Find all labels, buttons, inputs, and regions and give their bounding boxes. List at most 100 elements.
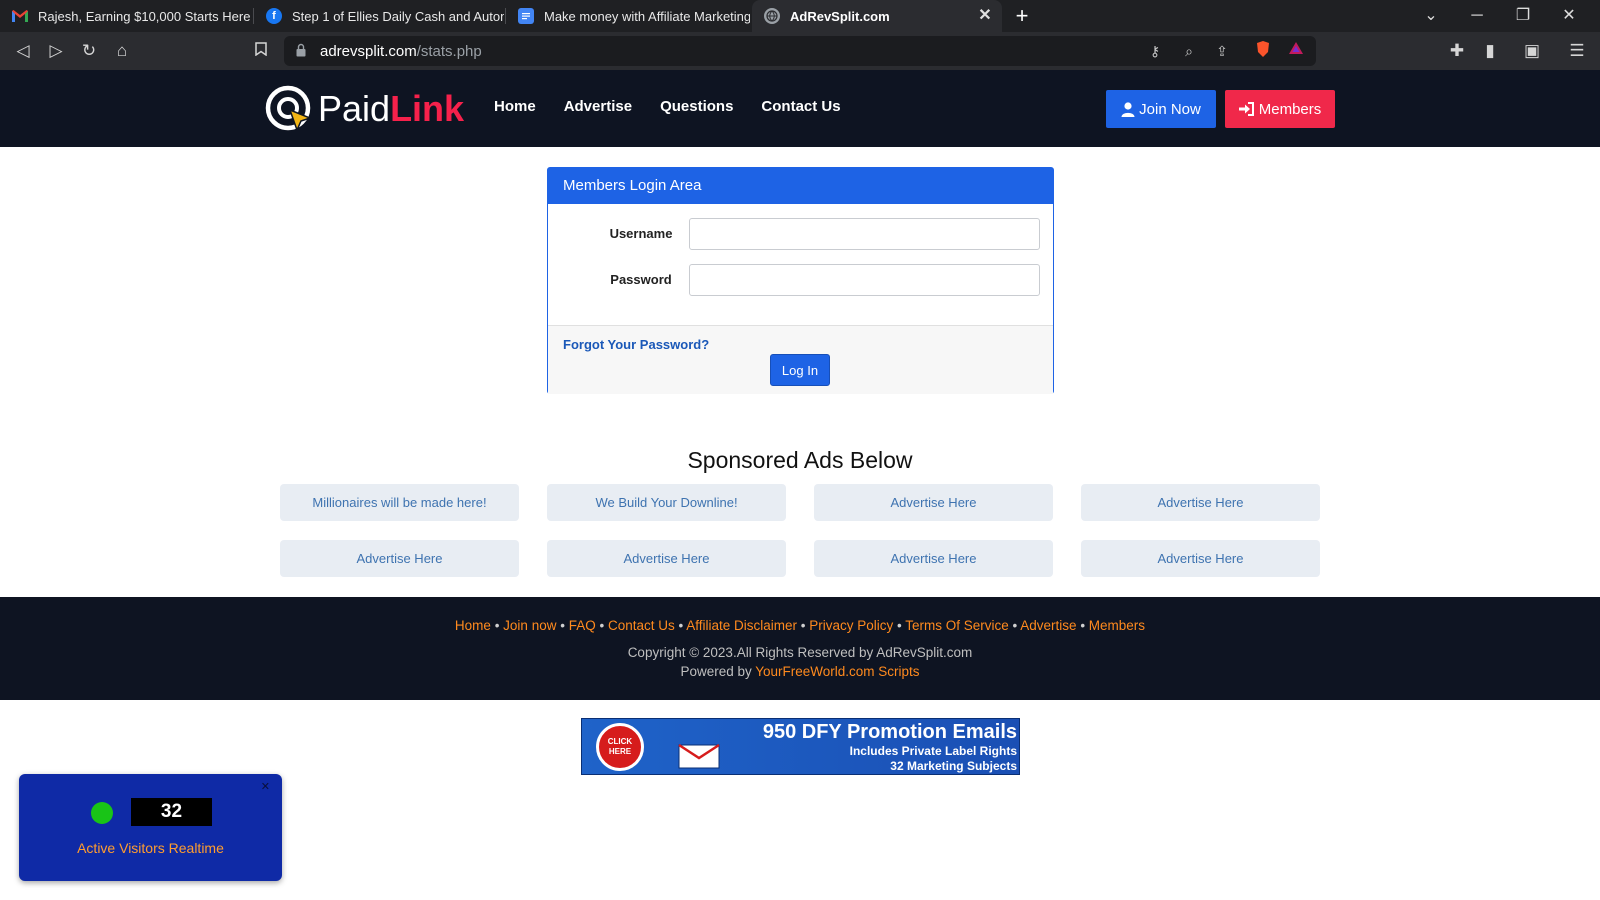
zoom-icon[interactable]: ⌕: [1178, 40, 1200, 62]
globe-icon: [764, 8, 780, 24]
tab-search-icon[interactable]: ⌄: [1408, 0, 1454, 32]
footer-links: Home • Join now • FAQ • Contact Us • Aff…: [454, 618, 1146, 633]
footer-link-affiliate-disclaimer[interactable]: Affiliate Disclaimer: [686, 618, 797, 633]
browser-tab-gmail[interactable]: Rajesh, Earning $10,000 Starts Here - s: [0, 0, 252, 32]
sponsored-ad[interactable]: Advertise Here: [1081, 484, 1320, 521]
members-button[interactable]: Members: [1225, 90, 1335, 128]
sign-in-icon: [1238, 102, 1254, 116]
main-nav: Home Advertise Questions Contact Us: [494, 98, 841, 115]
reload-icon[interactable]: ↻: [77, 39, 101, 63]
footer-link-contact-us[interactable]: Contact Us: [608, 618, 675, 633]
powered-by-link[interactable]: YourFreeWorld.com Scripts: [755, 664, 919, 679]
powered-by: Powered by YourFreeWorld.com Scripts: [0, 664, 1600, 679]
footer-link-members[interactable]: Members: [1089, 618, 1145, 633]
members-label: Members: [1258, 100, 1322, 118]
browser-tab-bar: Rajesh, Earning $10,000 Starts Here - s …: [0, 0, 1600, 32]
address-bar[interactable]: adrevsplit.com/stats.php ⚷ ⌕ ⇪: [284, 36, 1316, 66]
sponsored-ad[interactable]: Advertise Here: [547, 540, 786, 577]
paidlink-logo[interactable]: PaidLink: [264, 84, 464, 134]
visitor-label: Active Visitors Realtime: [77, 840, 224, 856]
forgot-password-link[interactable]: Forgot Your Password?: [563, 337, 709, 352]
logo-text: PaidLink: [318, 88, 465, 129]
click-here-line1: CLICK: [607, 737, 633, 746]
visitor-count: 32: [131, 798, 212, 826]
login-panel-title: Members Login Area: [548, 168, 1053, 204]
copyright-text: Copyright © 2023.All Rights Reserved by …: [627, 645, 973, 660]
active-visitors-widget: 32 Active Visitors Realtime ✕: [19, 774, 282, 881]
password-input[interactable]: [689, 264, 1040, 296]
username-label: Username: [609, 226, 673, 241]
logo-target-icon: [265, 85, 313, 133]
join-now-button[interactable]: Join Now: [1106, 90, 1216, 128]
site-header: PaidLink Home Advertise Questions Contac…: [0, 70, 1600, 147]
promo-subline-2: 32 Marketing Subjects: [890, 759, 1017, 773]
minimize-icon[interactable]: ─: [1454, 0, 1500, 32]
docs-icon: [518, 8, 534, 24]
wallet-icon[interactable]: ▣: [1520, 39, 1544, 63]
tab-title: Step 1 of Ellies Daily Cash and Automa: [292, 8, 504, 24]
bookmark-icon[interactable]: [249, 39, 273, 63]
sponsored-ad[interactable]: Advertise Here: [1081, 540, 1320, 577]
password-row: Password: [548, 264, 1053, 296]
forward-icon[interactable]: ▷: [44, 39, 68, 63]
envelope-icon: [678, 743, 720, 769]
click-here-line2: HERE: [608, 747, 632, 756]
nav-home[interactable]: Home: [494, 98, 536, 115]
facebook-icon: f: [266, 8, 282, 24]
footer-link-terms-of-service[interactable]: Terms Of Service: [905, 618, 1009, 633]
brave-shield-icon[interactable]: [1252, 40, 1274, 62]
gmail-icon: [12, 8, 28, 24]
menu-icon[interactable]: ☰: [1565, 39, 1589, 63]
footer-link-faq[interactable]: FAQ: [569, 618, 596, 633]
url-text: adrevsplit.com/stats.php: [320, 43, 482, 60]
nav-contact-us[interactable]: Contact Us: [761, 98, 840, 115]
promo-banner[interactable]: CLICK HERE 950 DFY Promotion Emails Incl…: [581, 718, 1020, 775]
online-status-dot: [91, 802, 113, 824]
browser-tab-adrevsplit[interactable]: AdRevSplit.com ✕: [752, 0, 1002, 32]
login-panel: Members Login Area Username Password For…: [547, 167, 1054, 394]
powered-by-prefix: Powered by: [680, 664, 752, 679]
footer-link-privacy-policy[interactable]: Privacy Policy: [809, 618, 893, 633]
login-panel-footer: Forgot Your Password? Log In: [548, 325, 1053, 394]
tab-title: AdRevSplit.com: [790, 8, 890, 24]
password-label: Password: [610, 272, 672, 287]
promo-headline: 950 DFY Promotion Emails: [762, 721, 1017, 743]
window-close-icon[interactable]: ✕: [1546, 0, 1592, 32]
sponsored-ad[interactable]: Millionaires will be made here!: [280, 484, 519, 521]
sponsored-ad[interactable]: Advertise Here: [814, 484, 1053, 521]
site-footer: Home • Join now • FAQ • Contact Us • Aff…: [0, 597, 1600, 700]
username-row: Username: [548, 218, 1053, 250]
tab-title: Rajesh, Earning $10,000 Starts Here - s: [38, 8, 252, 24]
footer-link-join-now[interactable]: Join now: [503, 618, 556, 633]
browser-toolbar: ◁ ▷ ↻ ⌂ adrevsplit.com/stats.php ⚷ ⌕ ⇪ ✚…: [0, 32, 1600, 70]
back-icon[interactable]: ◁: [11, 39, 35, 63]
sponsored-ad[interactable]: Advertise Here: [814, 540, 1053, 577]
username-input[interactable]: [689, 218, 1040, 250]
sponsored-ads-title: Sponsored Ads Below: [687, 447, 913, 473]
promo-subline-1: Includes Private Label Rights: [849, 744, 1017, 758]
extensions-icon[interactable]: ✚: [1445, 39, 1469, 63]
log-in-button[interactable]: Log In: [770, 354, 830, 386]
new-tab-button[interactable]: +: [1010, 4, 1034, 28]
browser-tab-docs[interactable]: Make money with Affiliate Marketing: [506, 0, 750, 32]
user-icon: [1121, 101, 1135, 117]
browser-tab-facebook[interactable]: f Step 1 of Ellies Daily Cash and Automa: [254, 0, 504, 32]
brave-rewards-icon[interactable]: [1285, 40, 1307, 62]
sponsored-ad[interactable]: Advertise Here: [280, 540, 519, 577]
nav-questions[interactable]: Questions: [660, 98, 733, 115]
sidebar-icon[interactable]: ▮: [1478, 39, 1502, 63]
footer-link-advertise[interactable]: Advertise: [1020, 618, 1076, 633]
tab-title: Make money with Affiliate Marketing: [544, 8, 750, 24]
share-icon[interactable]: ⇪: [1211, 40, 1233, 62]
close-icon[interactable]: ✕: [261, 780, 270, 793]
restore-icon[interactable]: ❐: [1500, 0, 1546, 32]
nav-advertise[interactable]: Advertise: [564, 98, 632, 115]
sponsored-ad[interactable]: We Build Your Downline!: [547, 484, 786, 521]
close-icon[interactable]: ✕: [976, 7, 994, 25]
home-icon[interactable]: ⌂: [110, 39, 134, 63]
key-icon[interactable]: ⚷: [1144, 40, 1166, 62]
join-now-label: Join Now: [1139, 100, 1201, 118]
lock-icon: [296, 43, 306, 57]
footer-link-home[interactable]: Home: [455, 618, 491, 633]
click-here-badge: CLICK HERE: [596, 723, 644, 771]
